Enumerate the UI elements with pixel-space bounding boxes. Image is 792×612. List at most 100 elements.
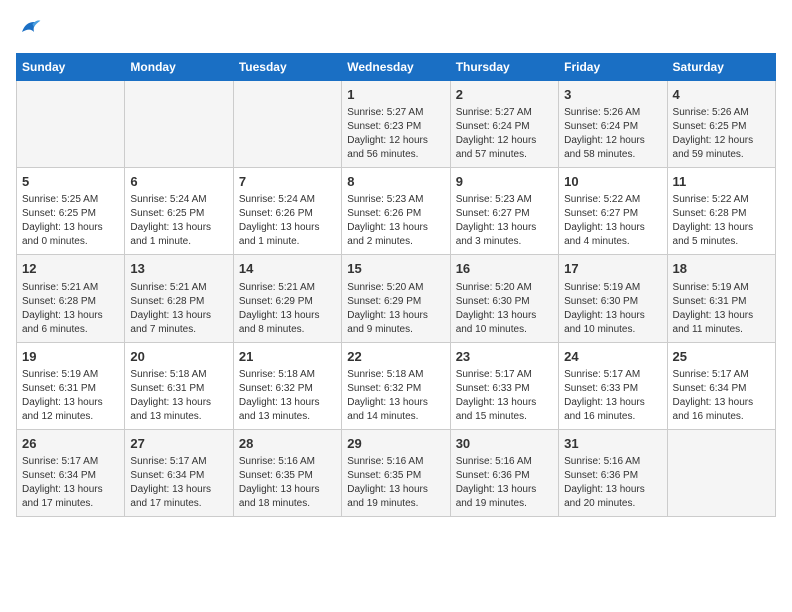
day-header-wednesday: Wednesday — [342, 54, 450, 81]
calendar-cell: 30 Sunrise: 5:16 AM Sunset: 6:36 PM Dayli… — [450, 429, 558, 516]
calendar-cell: 11 Sunrise: 5:22 AM Sunset: 6:28 PM Dayli… — [667, 168, 775, 255]
day-info: Sunrise: 5:16 AM Sunset: 6:36 PM Dayligh… — [564, 455, 661, 511]
calendar-cell: 21 Sunrise: 5:18 AM Sunset: 6:32 PM Dayli… — [233, 342, 341, 429]
day-info: Sunrise: 5:20 AM Sunset: 6:30 PM Dayligh… — [456, 281, 553, 337]
calendar-cell: 23Sunrise: 5:17 AM Sunset: 6:33 PM Dayli… — [450, 342, 558, 429]
calendar-cell: 9 Sunrise: 5:23 AM Sunset: 6:27 PM Daylig… — [450, 168, 558, 255]
day-info: Sunrise: 5:24 AM Sunset: 6:25 PM Dayligh… — [130, 193, 227, 249]
day-info: Sunrise: 5:21 AM Sunset: 6:28 PM Dayligh… — [22, 281, 119, 337]
day-info: Sunrise: 5:22 AM Sunset: 6:27 PM Dayligh… — [564, 193, 661, 249]
calendar-cell: 5 Sunrise: 5:25 AM Sunset: 6:25 PM Daylig… — [17, 168, 125, 255]
day-info: Sunrise: 5:26 AM Sunset: 6:24 PM Dayligh… — [564, 106, 661, 162]
day-info: Sunrise: 5:19 AM Sunset: 6:31 PM Dayligh… — [22, 368, 119, 424]
calendar-cell: 15Sunrise: 5:20 AM Sunset: 6:29 PM Dayli… — [342, 255, 450, 342]
day-number: 7 — [239, 173, 336, 191]
day-number: 5 — [22, 173, 119, 191]
calendar-cell: 14 Sunrise: 5:21 AM Sunset: 6:29 PM Dayli… — [233, 255, 341, 342]
day-info: Sunrise: 5:21 AM Sunset: 6:28 PM Dayligh… — [130, 281, 227, 337]
day-info: Sunrise: 5:18 AM Sunset: 6:32 PM Dayligh… — [347, 368, 444, 424]
day-header-thursday: Thursday — [450, 54, 558, 81]
day-info: Sunrise: 5:19 AM Sunset: 6:31 PM Dayligh… — [673, 281, 770, 337]
day-number: 31 — [564, 435, 661, 453]
day-number: 17 — [564, 260, 661, 278]
day-number: 26 — [22, 435, 119, 453]
day-number: 27 — [130, 435, 227, 453]
day-number: 8 — [347, 173, 444, 191]
day-info: Sunrise: 5:23 AM Sunset: 6:27 PM Dayligh… — [456, 193, 553, 249]
day-number: 14 — [239, 260, 336, 278]
day-number: 1 — [347, 86, 444, 104]
calendar-cell: 13 Sunrise: 5:21 AM Sunset: 6:28 PM Dayli… — [125, 255, 233, 342]
day-info: Sunrise: 5:20 AM Sunset: 6:29 PM Dayligh… — [347, 281, 444, 337]
logo — [16, 16, 44, 45]
calendar-cell: 20 Sunrise: 5:18 AM Sunset: 6:31 PM Dayli… — [125, 342, 233, 429]
day-number: 28 — [239, 435, 336, 453]
day-number: 21 — [239, 348, 336, 366]
bird-icon — [18, 16, 42, 40]
calendar-week-2: 5 Sunrise: 5:25 AM Sunset: 6:25 PM Daylig… — [17, 168, 776, 255]
calendar-table: SundayMondayTuesdayWednesdayThursdayFrid… — [16, 53, 776, 517]
day-info: Sunrise: 5:21 AM Sunset: 6:29 PM Dayligh… — [239, 281, 336, 337]
day-number: 10 — [564, 173, 661, 191]
day-info: Sunrise: 5:19 AM Sunset: 6:30 PM Dayligh… — [564, 281, 661, 337]
calendar-cell: 7 Sunrise: 5:24 AM Sunset: 6:26 PM Daylig… — [233, 168, 341, 255]
calendar-week-1: 1Sunrise: 5:27 AM Sunset: 6:23 PM Daylig… — [17, 81, 776, 168]
day-number: 6 — [130, 173, 227, 191]
calendar-cell — [17, 81, 125, 168]
day-number: 29 — [347, 435, 444, 453]
calendar-cell: 31 Sunrise: 5:16 AM Sunset: 6:36 PM Dayli… — [559, 429, 667, 516]
day-number: 11 — [673, 173, 770, 191]
day-info: Sunrise: 5:17 AM Sunset: 6:34 PM Dayligh… — [673, 368, 770, 424]
calendar-cell: 16 Sunrise: 5:20 AM Sunset: 6:30 PM Dayli… — [450, 255, 558, 342]
day-number: 25 — [673, 348, 770, 366]
day-number: 30 — [456, 435, 553, 453]
calendar-week-4: 19 Sunrise: 5:19 AM Sunset: 6:31 PM Dayli… — [17, 342, 776, 429]
day-info: Sunrise: 5:23 AM Sunset: 6:26 PM Dayligh… — [347, 193, 444, 249]
day-info: Sunrise: 5:26 AM Sunset: 6:25 PM Dayligh… — [673, 106, 770, 162]
calendar-cell: 24 Sunrise: 5:17 AM Sunset: 6:33 PM Dayli… — [559, 342, 667, 429]
day-info: Sunrise: 5:24 AM Sunset: 6:26 PM Dayligh… — [239, 193, 336, 249]
day-info: Sunrise: 5:17 AM Sunset: 6:33 PM Dayligh… — [564, 368, 661, 424]
day-info: Sunrise: 5:25 AM Sunset: 6:25 PM Dayligh… — [22, 193, 119, 249]
page-header — [16, 16, 776, 45]
calendar-cell: 1Sunrise: 5:27 AM Sunset: 6:23 PM Daylig… — [342, 81, 450, 168]
day-number: 3 — [564, 86, 661, 104]
day-info: Sunrise: 5:18 AM Sunset: 6:32 PM Dayligh… — [239, 368, 336, 424]
day-number: 16 — [456, 260, 553, 278]
calendar-cell — [233, 81, 341, 168]
calendar-cell: 8 Sunrise: 5:23 AM Sunset: 6:26 PM Daylig… — [342, 168, 450, 255]
calendar-header-row: SundayMondayTuesdayWednesdayThursdayFrid… — [17, 54, 776, 81]
day-header-sunday: Sunday — [17, 54, 125, 81]
calendar-cell: 28Sunrise: 5:16 AM Sunset: 6:35 PM Dayli… — [233, 429, 341, 516]
day-info: Sunrise: 5:17 AM Sunset: 6:33 PM Dayligh… — [456, 368, 553, 424]
day-number: 4 — [673, 86, 770, 104]
day-header-monday: Monday — [125, 54, 233, 81]
day-number: 9 — [456, 173, 553, 191]
day-number: 20 — [130, 348, 227, 366]
day-number: 18 — [673, 260, 770, 278]
day-info: Sunrise: 5:18 AM Sunset: 6:31 PM Dayligh… — [130, 368, 227, 424]
day-number: 19 — [22, 348, 119, 366]
calendar-cell: 29 Sunrise: 5:16 AM Sunset: 6:35 PM Dayli… — [342, 429, 450, 516]
calendar-cell: 25 Sunrise: 5:17 AM Sunset: 6:34 PM Dayli… — [667, 342, 775, 429]
day-info: Sunrise: 5:22 AM Sunset: 6:28 PM Dayligh… — [673, 193, 770, 249]
calendar-cell — [125, 81, 233, 168]
calendar-cell: 27 Sunrise: 5:17 AM Sunset: 6:34 PM Dayli… — [125, 429, 233, 516]
calendar-week-5: 26 Sunrise: 5:17 AM Sunset: 6:34 PM Dayli… — [17, 429, 776, 516]
calendar-cell: 10 Sunrise: 5:22 AM Sunset: 6:27 PM Dayli… — [559, 168, 667, 255]
day-number: 13 — [130, 260, 227, 278]
day-info: Sunrise: 5:16 AM Sunset: 6:36 PM Dayligh… — [456, 455, 553, 511]
calendar-cell — [667, 429, 775, 516]
calendar-cell: 12Sunrise: 5:21 AM Sunset: 6:28 PM Dayli… — [17, 255, 125, 342]
day-info: Sunrise: 5:17 AM Sunset: 6:34 PM Dayligh… — [130, 455, 227, 511]
day-header-friday: Friday — [559, 54, 667, 81]
day-number: 22 — [347, 348, 444, 366]
calendar-cell: 19 Sunrise: 5:19 AM Sunset: 6:31 PM Dayli… — [17, 342, 125, 429]
day-info: Sunrise: 5:27 AM Sunset: 6:24 PM Dayligh… — [456, 106, 553, 162]
calendar-cell: 26Sunrise: 5:17 AM Sunset: 6:34 PM Dayli… — [17, 429, 125, 516]
calendar-cell: 6 Sunrise: 5:24 AM Sunset: 6:25 PM Daylig… — [125, 168, 233, 255]
day-number: 2 — [456, 86, 553, 104]
day-info: Sunrise: 5:16 AM Sunset: 6:35 PM Dayligh… — [347, 455, 444, 511]
day-header-tuesday: Tuesday — [233, 54, 341, 81]
day-number: 24 — [564, 348, 661, 366]
